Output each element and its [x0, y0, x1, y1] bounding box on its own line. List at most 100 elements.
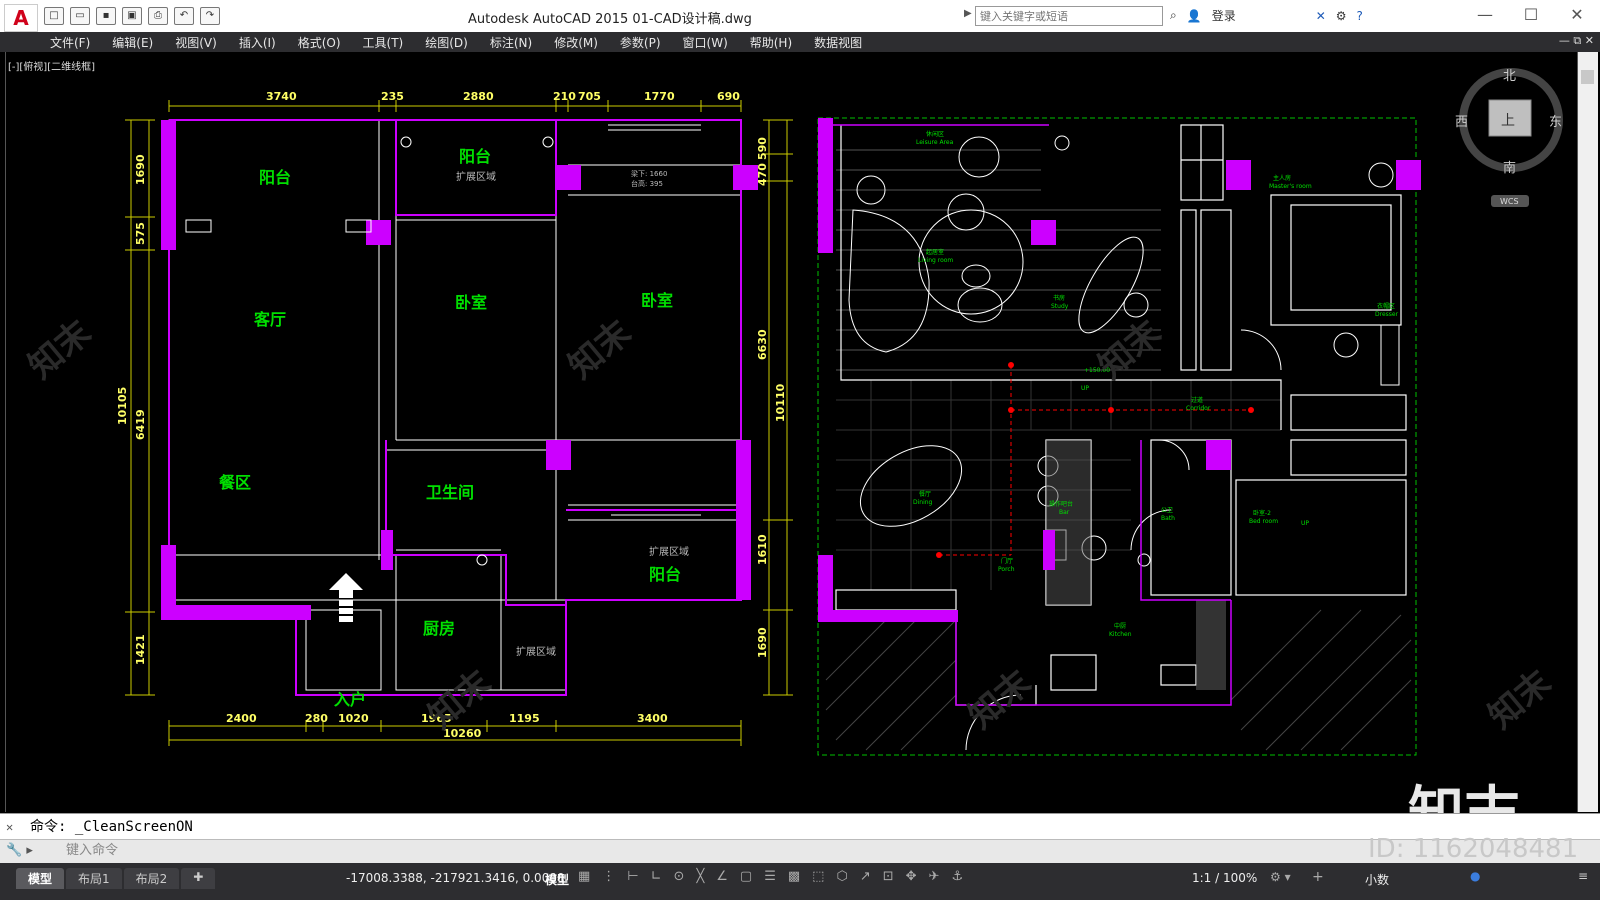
menu-draw[interactable]: 绘图(D) — [425, 34, 468, 51]
annotation-visibility-icon[interactable]: ✈ — [929, 869, 940, 884]
add-icon[interactable]: + — [1312, 869, 1324, 885]
exchange-icon[interactable]: ✕ — [1316, 9, 1326, 23]
customization-menu-icon[interactable]: ≡ — [1578, 869, 1588, 883]
label-living-en: Living room — [918, 257, 953, 264]
vertical-scrollbar[interactable] — [1578, 52, 1598, 812]
tab-layout1[interactable]: 布局1 — [66, 868, 122, 889]
selection-cycling-icon[interactable]: ⬚ — [812, 869, 824, 884]
viewcube-top[interactable]: 上 — [1501, 113, 1515, 129]
hardware-acceleration-icon[interactable]: ● — [1470, 869, 1480, 883]
binoculars-icon[interactable]: ⌕ — [1170, 8, 1177, 23]
menu-help[interactable]: 帮助(H) — [750, 34, 792, 51]
label-bar-cn: 操作吧台 — [1049, 500, 1073, 508]
viewcube-south[interactable]: 南 — [1503, 160, 1516, 176]
dim-right-total: 10110 — [774, 383, 787, 422]
infer-icon[interactable]: ⊢ — [627, 869, 638, 884]
wcs-menu[interactable]: WCS — [1500, 197, 1519, 206]
coordinates-readout[interactable]: -17008.3388, -217921.3416, 0.0000 — [346, 871, 565, 885]
room-bathroom: 卫生间 — [426, 483, 474, 502]
open-file-icon[interactable]: ▭ — [70, 7, 90, 25]
menu-data-view[interactable]: 数据视图 — [814, 34, 862, 51]
transparency-icon[interactable]: ▩ — [788, 869, 800, 884]
autoscale-icon[interactable]: ⚓ — [951, 869, 963, 884]
dynamic-ucs-icon[interactable]: ↗ — [860, 869, 871, 884]
watermark-brand-2: 知末 — [561, 313, 639, 387]
model-space-button[interactable]: 模型 — [545, 871, 569, 888]
right-floor-plan: 休闲区 Leisure Area 起居室 Living room 书房 Stud… — [817, 117, 1421, 756]
new-file-icon[interactable]: □ — [44, 7, 64, 25]
label-porch-en: Porch — [998, 566, 1015, 573]
dim-left-4: 1421 — [134, 634, 147, 665]
drawing-canvas[interactable]: 3740 235 2880 210 705 1770 690 2400 280 … — [5, 52, 1578, 812]
menu-file[interactable]: 文件(F) — [50, 34, 90, 51]
dim-bottom-6: 3400 — [637, 712, 668, 725]
print-icon[interactable]: ⎙ — [148, 7, 168, 25]
viewcube-north[interactable]: 北 — [1503, 69, 1516, 84]
scrollbar-thumb[interactable] — [1581, 70, 1594, 84]
add-layout-icon[interactable]: ✚ — [181, 868, 216, 889]
dim-top-3: 2880 — [463, 90, 494, 103]
label-porch-cn: 门厅 — [1001, 557, 1013, 565]
viewport-controls[interactable]: [-][俯视][二维线框] — [8, 58, 95, 73]
menu-dimension[interactable]: 标注(N) — [490, 34, 532, 51]
wall-column — [161, 120, 176, 250]
save-icon[interactable]: ▪ — [96, 7, 116, 25]
tab-model[interactable]: 模型 — [16, 868, 65, 889]
label-master-cn: 主人房 — [1273, 174, 1291, 182]
menu-format[interactable]: 格式(O) — [298, 34, 341, 51]
watermark-brand-6: 知末 — [1481, 663, 1559, 737]
annotation-scale[interactable]: 1:1 / 100% — [1192, 871, 1257, 885]
menu-modify[interactable]: 修改(M) — [554, 34, 598, 51]
snap-icon[interactable]: ⋮ — [602, 869, 615, 884]
tab-layout2[interactable]: 布局2 — [123, 868, 180, 889]
minimize-icon[interactable]: — — [1462, 0, 1508, 30]
search-expand-icon[interactable]: ▶ — [964, 8, 972, 19]
redo-icon[interactable]: ↷ — [200, 7, 220, 25]
osnap-icon[interactable]: ▢ — [740, 869, 752, 884]
application-menu-button[interactable]: A — [4, 4, 38, 32]
drawing-svg[interactable]: 3740 235 2880 210 705 1770 690 2400 280 … — [6, 52, 1577, 812]
undo-icon[interactable]: ↶ — [174, 7, 194, 25]
menu-view[interactable]: 视图(V) — [175, 34, 217, 51]
3d-osnap-icon[interactable]: ⬡ — [836, 869, 847, 884]
close-command-icon[interactable]: ✕ — [6, 814, 13, 840]
osnap-tracking-icon[interactable]: ∠ — [716, 869, 728, 884]
workspace-icon[interactable]: ⚙ ▾ — [1270, 870, 1291, 884]
viewcube[interactable]: 上 北 南 西 东 WCS — [1455, 68, 1563, 207]
close-icon[interactable]: ✕ — [1554, 0, 1600, 30]
customize-icon[interactable]: 🔧 ▸ — [6, 840, 33, 862]
command-line[interactable]: 🔧 ▸ 键入命令 ID: 1162048481 — [0, 836, 1600, 864]
dim-top-4: 210 — [553, 90, 576, 103]
viewcube-east[interactable]: 东 — [1549, 115, 1562, 130]
ext-area-2: 扩展区域 — [649, 545, 689, 558]
search-input[interactable] — [975, 6, 1163, 26]
isodraft-icon[interactable]: ╳ — [696, 869, 704, 884]
polar-icon[interactable]: ⊙ — [674, 869, 685, 884]
selection-filter-icon[interactable]: ⊡ — [883, 869, 894, 884]
menu-window[interactable]: 窗口(W) — [683, 34, 728, 51]
menu-edit[interactable]: 编辑(E) — [112, 34, 153, 51]
gizmo-icon[interactable]: ✥ — [906, 869, 917, 884]
label-up-1: UP — [1081, 385, 1089, 392]
maximize-icon[interactable]: ☐ — [1508, 0, 1554, 30]
lineweight-icon[interactable]: ☰ — [764, 869, 776, 884]
grid-icon[interactable]: ▦ — [578, 869, 590, 884]
menu-parameters[interactable]: 参数(P) — [620, 34, 661, 51]
units-select[interactable]: 小数 — [1365, 871, 1389, 888]
user-icon[interactable]: 👤 — [1187, 9, 1202, 23]
menu-tools[interactable]: 工具(T) — [363, 34, 404, 51]
entry-arrow — [329, 573, 363, 622]
dim-right-3: 6630 — [756, 329, 769, 360]
save-as-icon[interactable]: ▣ — [122, 7, 142, 25]
login-button[interactable]: 登录 — [1212, 7, 1236, 24]
drawing-window-controls[interactable]: — ⧉ ✕ — [1559, 34, 1594, 48]
command-input[interactable]: 键入命令 — [66, 840, 118, 862]
label-bedroom2-en: Bed room — [1249, 518, 1278, 525]
help-icon[interactable]: ? — [1357, 9, 1363, 23]
viewcube-west[interactable]: 西 — [1455, 115, 1468, 130]
note-beam-height: 梁下: 1660 — [631, 169, 667, 178]
a360-icon[interactable]: ⚙ — [1336, 9, 1347, 23]
ortho-icon[interactable]: ∟ — [651, 869, 662, 884]
room-living: 客厅 — [254, 310, 286, 329]
menu-insert[interactable]: 插入(I) — [239, 34, 276, 51]
